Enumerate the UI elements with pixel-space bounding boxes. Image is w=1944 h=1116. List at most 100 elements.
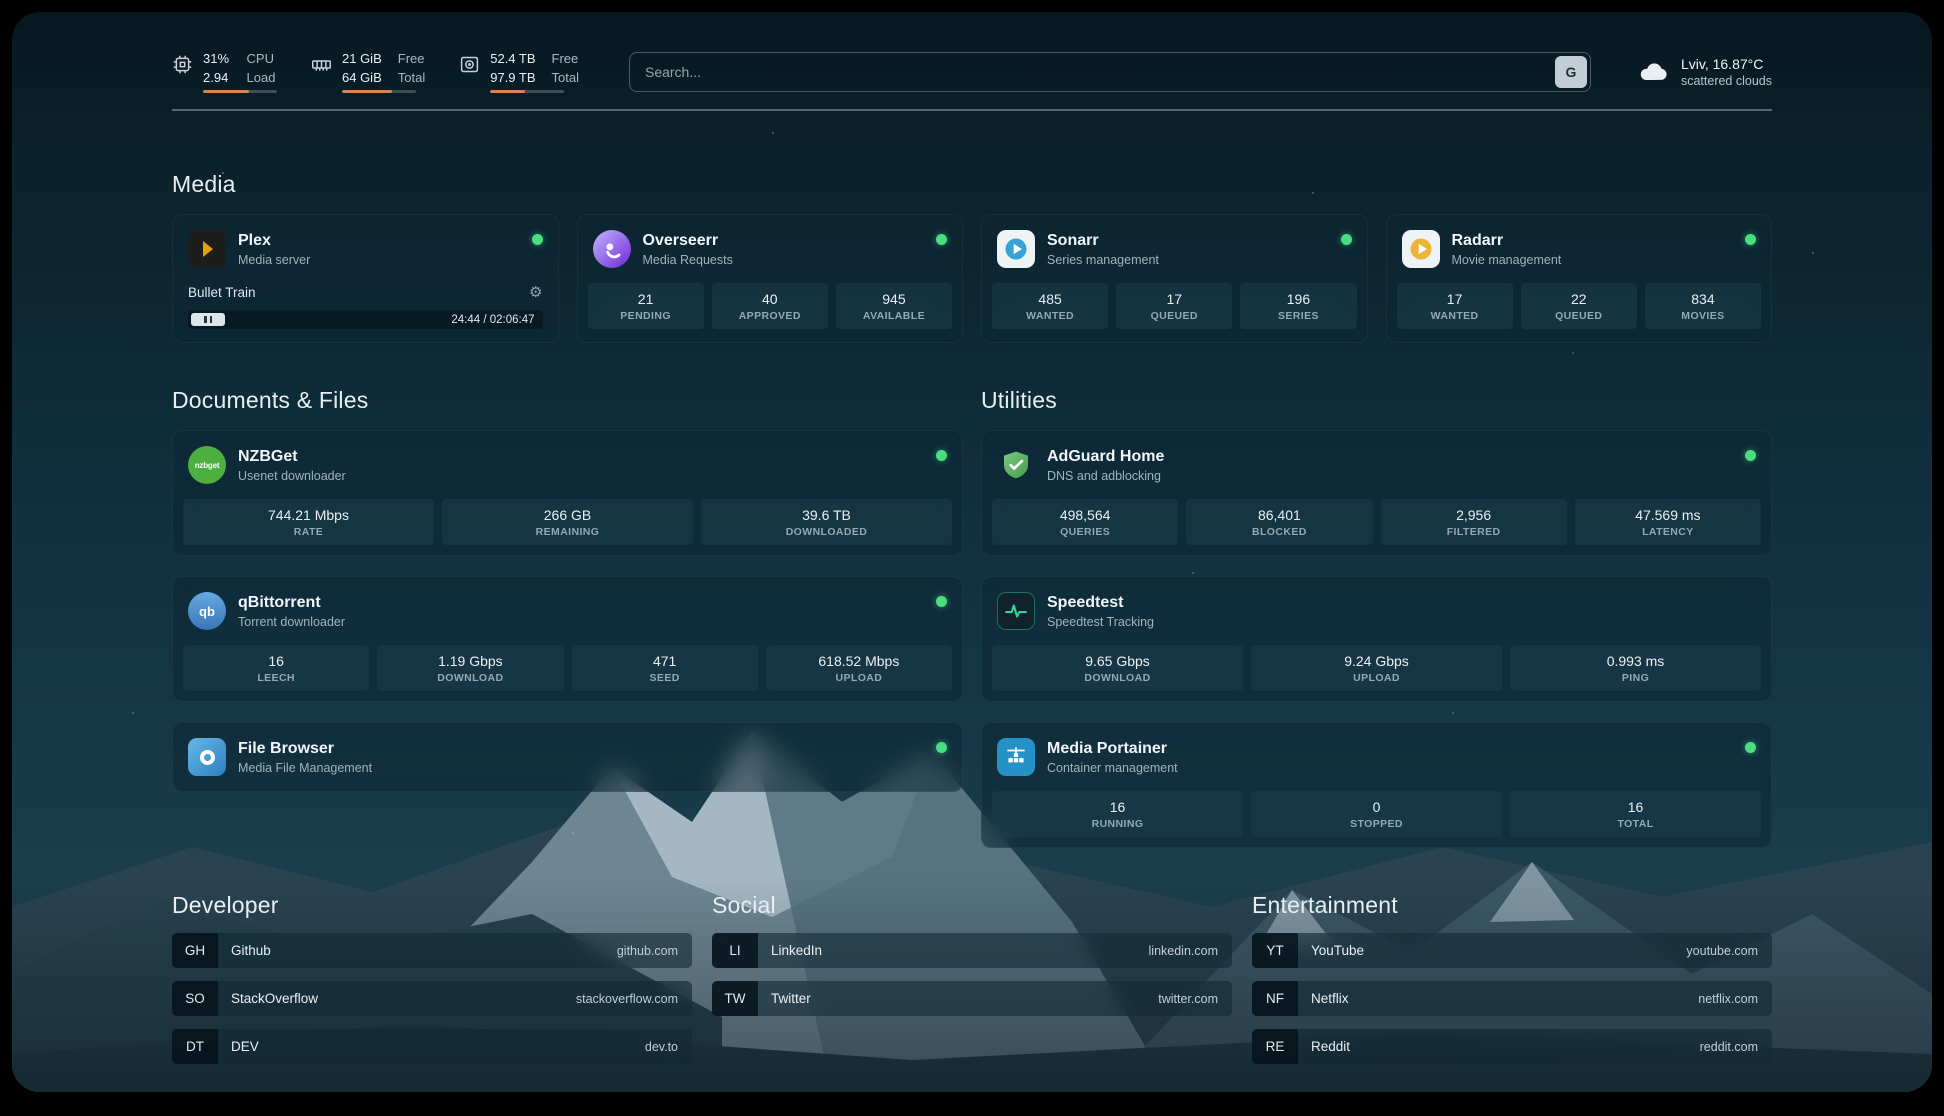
service-desc: Movie management <box>1452 253 1562 267</box>
status-dot <box>1745 450 1756 461</box>
bookmark-stackoverflow[interactable]: SO StackOverflow stackoverflow.com <box>172 981 692 1016</box>
stat-download: 1.19 Gbps DOWNLOAD <box>377 645 563 691</box>
service-desc: Series management <box>1047 253 1159 267</box>
service-card-radarr[interactable]: Radarr Movie management 17 WANTED 22 QUE… <box>1386 214 1773 343</box>
bookmark-name: YouTube <box>1311 943 1364 958</box>
bookmark-dev[interactable]: DT DEV dev.to <box>172 1029 692 1064</box>
search-bar: G <box>629 52 1591 92</box>
service-card-speedtest[interactable]: Speedtest Speedtest Tracking 9.65 Gbps D… <box>981 576 1772 702</box>
bookmark-name: Netflix <box>1311 991 1349 1006</box>
stat-queued: 17 QUEUED <box>1116 283 1232 329</box>
section-title-entertainment: Entertainment <box>1252 892 1772 919</box>
bookmark-url: github.com <box>617 944 678 958</box>
service-desc: Speedtest Tracking <box>1047 615 1154 629</box>
service-card-plex[interactable]: Plex Media server Bullet Train ⚙ 24:44 /… <box>172 214 559 343</box>
now-playing-title: Bullet Train <box>188 285 256 300</box>
service-desc: Media File Management <box>238 761 372 775</box>
stat-wanted: 17 WANTED <box>1397 283 1513 329</box>
bookmark-name: Reddit <box>1311 1039 1350 1054</box>
service-name: Speedtest <box>1047 594 1154 612</box>
bookmark-name: LinkedIn <box>771 943 822 958</box>
cpu-usage-label: CPU <box>247 50 277 68</box>
service-name: AdGuard Home <box>1047 448 1164 466</box>
memory-icon <box>311 54 332 75</box>
bookmark-name: StackOverflow <box>231 991 318 1006</box>
cpu-load-label: Load <box>247 69 277 87</box>
bookmark-youtube[interactable]: YT YouTube youtube.com <box>1252 933 1772 968</box>
bookmark-name: DEV <box>231 1039 259 1054</box>
stat-total: 16 TOTAL <box>1510 791 1761 837</box>
section-utilities: Utilities AdGuard Home DNS and adblockin… <box>981 387 1772 848</box>
stat-filtered: 2,956 FILTERED <box>1381 499 1567 545</box>
memory-progress-fill <box>342 90 392 93</box>
cloud-icon <box>1637 56 1669 88</box>
service-name: Media Portainer <box>1047 740 1178 758</box>
stat-ping: 0.993 ms PING <box>1510 645 1761 691</box>
bookmark-url: netflix.com <box>1698 992 1758 1006</box>
plex-icon <box>188 230 226 268</box>
portainer-icon <box>997 738 1035 776</box>
section-title-social: Social <box>712 892 1232 919</box>
stat-blocked: 86,401 BLOCKED <box>1186 499 1372 545</box>
bookmarks-entertainment: Entertainment YT YouTube youtube.com NF … <box>1252 892 1772 1077</box>
stat-downloaded: 39.6 TB DOWNLOADED <box>701 499 952 545</box>
service-name: Radarr <box>1452 232 1562 250</box>
bookmark-twitter[interactable]: TW Twitter twitter.com <box>712 981 1232 1016</box>
stat-wanted: 485 WANTED <box>992 283 1108 329</box>
stat-latency: 47.569 ms LATENCY <box>1575 499 1761 545</box>
service-card-nzbget[interactable]: nzbget NZBGet Usenet downloader 744.21 M… <box>172 430 963 556</box>
section-title-documents: Documents & Files <box>172 387 963 414</box>
search-provider-button[interactable]: G <box>1555 56 1587 88</box>
bookmark-linkedin[interactable]: LI LinkedIn linkedin.com <box>712 933 1232 968</box>
stat-movies: 834 MOVIES <box>1645 283 1761 329</box>
stat-rate: 744.21 Mbps RATE <box>183 499 434 545</box>
service-card-filebrowser[interactable]: File Browser Media File Management <box>172 722 963 792</box>
cpu-widget: 31% CPU 2.94 Load <box>172 50 277 93</box>
bookmark-url: reddit.com <box>1700 1040 1758 1054</box>
qbittorrent-icon: qb <box>188 592 226 630</box>
bookmark-url: stackoverflow.com <box>576 992 678 1006</box>
bookmark-netflix[interactable]: NF Netflix netflix.com <box>1252 981 1772 1016</box>
bookmark-github[interactable]: GH Github github.com <box>172 933 692 968</box>
bookmark-reddit[interactable]: RE Reddit reddit.com <box>1252 1029 1772 1064</box>
service-name: Overseerr <box>643 232 733 250</box>
stat-upload: 9.24 Gbps UPLOAD <box>1251 645 1502 691</box>
playback-progress-bar[interactable]: 24:44 / 02:06:47 <box>188 310 543 329</box>
service-card-portainer[interactable]: Media Portainer Container management 16 … <box>981 722 1772 848</box>
bookmark-abbr: DT <box>172 1029 218 1064</box>
memory-progress-bar <box>342 90 416 93</box>
status-dot <box>532 234 543 245</box>
service-name: Plex <box>238 232 310 250</box>
service-card-adguard[interactable]: AdGuard Home DNS and adblocking 498,564 … <box>981 430 1772 556</box>
settings-gear-icon[interactable]: ⚙ <box>529 283 542 301</box>
weather-location: Lviv, 16.87°C <box>1681 56 1772 72</box>
bookmarks-social: Social LI LinkedIn linkedin.com TW Twitt… <box>712 892 1232 1077</box>
disk-total-value: 97.9 TB <box>490 69 535 87</box>
status-dot <box>1745 742 1756 753</box>
stat-queries: 498,564 QUERIES <box>992 499 1178 545</box>
status-dot <box>1341 234 1352 245</box>
service-desc: DNS and adblocking <box>1047 469 1164 483</box>
memory-free-value: 21 GiB <box>342 50 382 68</box>
bookmark-name: Github <box>231 943 271 958</box>
section-title-utilities: Utilities <box>981 387 1772 414</box>
disk-widget: 52.4 TB Free 97.9 TB Total <box>459 50 579 93</box>
section-documents: Documents & Files nzbget NZBGet Usenet d… <box>172 387 963 848</box>
service-desc: Media Requests <box>643 253 733 267</box>
overseerr-icon <box>593 230 631 268</box>
bookmark-abbr: NF <box>1252 981 1298 1016</box>
stat-seed: 471 SEED <box>572 645 758 691</box>
adguard-icon <box>997 446 1035 484</box>
service-card-overseerr[interactable]: Overseerr Media Requests 21 PENDING 40 A… <box>577 214 964 343</box>
bookmark-abbr: TW <box>712 981 758 1016</box>
bookmarks-developer: Developer GH Github github.com SO StackO… <box>172 892 692 1077</box>
service-desc: Media server <box>238 253 310 267</box>
pause-button[interactable] <box>191 313 225 326</box>
service-card-sonarr[interactable]: Sonarr Series management 485 WANTED 17 Q… <box>981 214 1368 343</box>
filebrowser-icon <box>188 738 226 776</box>
search-input[interactable] <box>629 52 1591 92</box>
service-card-qbittorrent[interactable]: qb qBittorrent Torrent downloader 16 LEE… <box>172 576 963 702</box>
memory-total-value: 64 GiB <box>342 69 382 87</box>
status-dot <box>936 596 947 607</box>
section-title-media: Media <box>172 171 1772 198</box>
